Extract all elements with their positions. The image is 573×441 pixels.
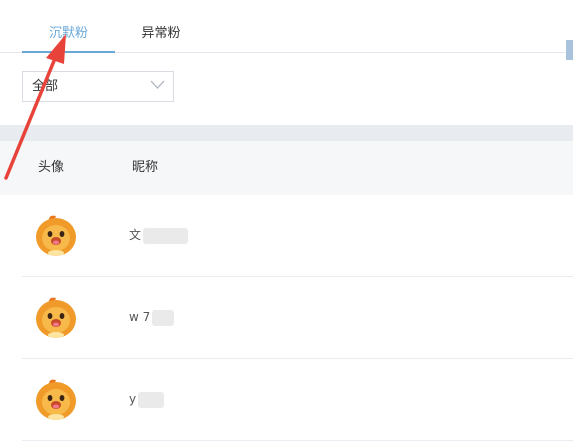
fans-manage-page: 沉默粉 异常粉 全部 头像 昵称 文 w 7 y bbox=[0, 0, 573, 441]
avatar bbox=[36, 297, 76, 338]
section-divider-band bbox=[0, 125, 573, 141]
nickname-text: w 7 bbox=[129, 310, 151, 324]
avatar bbox=[36, 379, 76, 420]
tab-silent-fans[interactable]: 沉默粉 bbox=[22, 24, 115, 53]
nickname-cell: y bbox=[129, 389, 165, 409]
avatar bbox=[36, 215, 76, 256]
filter-select-value: 全部 bbox=[32, 79, 59, 94]
table-header: 头像 昵称 bbox=[0, 141, 573, 195]
chevron-down-icon bbox=[150, 80, 165, 89]
table-row[interactable]: y bbox=[22, 359, 573, 441]
column-header-avatar: 头像 bbox=[38, 160, 65, 175]
table-row[interactable]: 文 bbox=[22, 195, 573, 277]
nickname-redaction bbox=[138, 391, 165, 408]
window-edge-marker bbox=[566, 40, 573, 60]
nickname-cell: w 7 bbox=[129, 307, 175, 327]
nickname-text: 文 bbox=[129, 228, 142, 242]
table-row[interactable]: w 7 bbox=[22, 277, 573, 359]
nickname-text: y bbox=[129, 392, 137, 406]
tab-bar: 沉默粉 异常粉 bbox=[0, 0, 573, 60]
nickname-redaction bbox=[152, 309, 175, 326]
filter-select[interactable]: 全部 bbox=[22, 71, 174, 102]
tab-abnormal-fans[interactable]: 异常粉 bbox=[130, 24, 192, 53]
nickname-cell: 文 bbox=[129, 225, 189, 245]
nickname-redaction bbox=[143, 227, 189, 244]
column-header-nickname: 昵称 bbox=[132, 160, 159, 175]
